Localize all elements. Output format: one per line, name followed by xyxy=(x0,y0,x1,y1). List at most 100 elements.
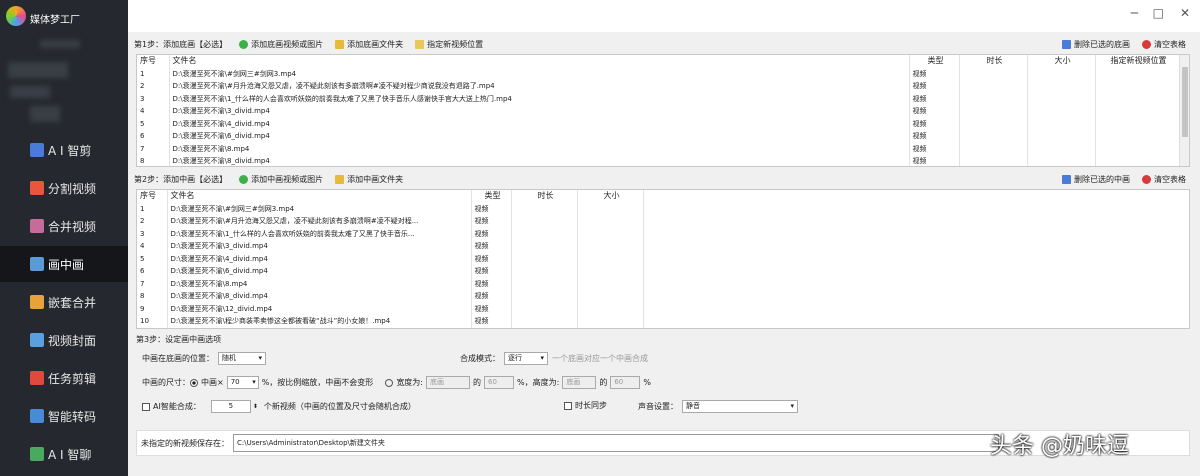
save-path-field[interactable]: C:\Users\Administrator\Desktop\新建文件夹 xyxy=(233,434,999,452)
table-row[interactable]: 2 D:\衰漫至死不渝\#月升沧海又怨又虐，凌不疑此刻该有多崩溃啊#凌不疑对程..… xyxy=(137,215,644,228)
column-header[interactable]: 序号 xyxy=(137,55,170,68)
table-cell: 3 xyxy=(137,227,168,240)
step2-toolbar: 第2步：添加中画【必选】 添加中画视频或图片 添加中画文件夹 删除已选的中画 清… xyxy=(128,171,1200,187)
table-row[interactable]: 5 D:\衰漫至死不渝\4_divid.mp4 视频 xyxy=(137,117,1180,130)
table-row[interactable]: 4 D:\衰漫至死不渝\3_divid.mp4 视频 xyxy=(137,240,644,253)
add-base-folder-label: 添加底画文件夹 xyxy=(347,39,404,49)
custom-size-radio[interactable] xyxy=(385,378,394,387)
height-base-select[interactable]: 底画 xyxy=(562,376,597,389)
column-header[interactable]: 类型 xyxy=(909,55,960,68)
table-cell: 视频 xyxy=(471,315,512,328)
ai-compose-checkbox[interactable] xyxy=(142,402,150,411)
sync-duration-checkbox[interactable] xyxy=(564,401,572,410)
nav-item[interactable]: 嵌套合并 xyxy=(0,284,128,320)
nav-item[interactable]: A I 智聊 xyxy=(0,436,128,472)
add-base-video-button[interactable]: 添加底画视频或图片 xyxy=(239,39,323,50)
column-header[interactable]: 文件名 xyxy=(169,55,910,68)
set-position-button[interactable]: 指定新视频位置 xyxy=(415,39,483,50)
table-cell: D:\衰漫至死不渝\8.mp4 xyxy=(167,277,472,290)
delete-list-icon xyxy=(1062,39,1071,49)
column-header[interactable]: 时长 xyxy=(959,55,1028,68)
nav-item-label: 分割视频 xyxy=(48,181,97,196)
table-cell: 7 xyxy=(137,142,170,155)
nav-item[interactable]: 视频封面 xyxy=(0,322,128,358)
folder-icon xyxy=(335,174,345,184)
mode-label: 合成模式： xyxy=(460,354,500,363)
table-row[interactable]: 1 D:\衰漫至死不渝\#剑网三#剑网3.mp4 视频 xyxy=(137,67,1180,80)
nav-item[interactable]: 画中画 xyxy=(0,246,128,282)
mode-hint: 一个底画对应一个中画合成 xyxy=(552,354,648,363)
add-base-folder-button[interactable]: 添加底画文件夹 xyxy=(335,39,403,50)
table-row[interactable]: 2 D:\衰漫至死不渝\#月升沧海又怨又虐，凌不疑此刻该有多崩溃啊#凌不疑对程少商… xyxy=(137,80,1180,93)
nav-icon xyxy=(30,143,44,157)
width-base-select[interactable]: 底画 xyxy=(426,376,471,389)
table-row[interactable]: 3 D:\衰漫至死不渝\1_什么样的人会喜欢听妖娆的前奏我太难了又黑了快手音乐..… xyxy=(137,227,644,240)
scale-select[interactable]: 70 ▾ xyxy=(226,376,259,389)
mode-select[interactable]: 逐行 ▾ xyxy=(504,352,548,365)
base-video-table[interactable]: 序号 文件名 类型 时长 大小 指定新视频位置 1 D:\衰漫至死不渝\#剑网三#剑网3.mp… xyxy=(136,54,1190,167)
nav-item-label: 视频封面 xyxy=(48,333,97,348)
nav-icon xyxy=(30,371,44,385)
table-cell: 视频 xyxy=(471,215,512,228)
audio-label: 声音设置： xyxy=(638,402,678,411)
clear-table-2-button[interactable]: 清空表格 xyxy=(1142,174,1186,185)
column-header[interactable]: 类型 xyxy=(471,190,512,203)
table-cell xyxy=(577,252,644,265)
position-select[interactable]: 随机 ▾ xyxy=(218,352,266,365)
table-row[interactable]: 8 D:\衰漫至死不渝\8_divid.mp4 视频 xyxy=(137,155,1180,166)
maximize-icon[interactable]: □ xyxy=(1153,6,1164,20)
table-row[interactable]: 8 D:\衰漫至死不渝\8_divid.mp4 视频 xyxy=(137,290,644,303)
table-row[interactable]: 7 D:\衰漫至死不渝\8.mp4 视频 xyxy=(137,277,644,290)
position-value: 随机 xyxy=(222,354,236,362)
nav-item[interactable]: A I 智剪 xyxy=(0,132,128,168)
folder-icon xyxy=(415,39,425,49)
table-row[interactable]: 7 D:\衰漫至死不渝\8.mp4 视频 xyxy=(137,142,1180,155)
nav-item[interactable]: 合并视频 xyxy=(0,208,128,244)
clear-table-1-button[interactable]: 清空表格 xyxy=(1142,39,1186,50)
table-cell: 视频 xyxy=(909,155,960,166)
table-row[interactable]: 9 D:\衰漫至死不渝\12_divid.mp4 视频 xyxy=(137,302,644,315)
scrollbar-thumb[interactable] xyxy=(1182,67,1188,137)
clear-table-1-label: 清空表格 xyxy=(1154,39,1186,49)
nav-item[interactable]: 智能转码 xyxy=(0,398,128,434)
table-header: 序号 文件名 类型 时长 大小 xyxy=(137,190,644,203)
delete-selected-pip-button[interactable]: 删除已选的中画 xyxy=(1062,174,1130,185)
table-row[interactable]: 6 D:\衰漫至死不渝\6_divid.mp4 视频 xyxy=(137,130,1180,143)
column-header[interactable]: 大小 xyxy=(577,190,644,203)
close-icon[interactable]: ✕ xyxy=(1180,6,1190,20)
scrollbar[interactable] xyxy=(1179,55,1189,166)
stepper-icon[interactable]: ⬍ xyxy=(253,403,258,410)
table-row[interactable]: 1 D:\衰漫至死不渝\#剑网三#剑网3.mp4 视频 xyxy=(137,202,644,215)
minimize-icon[interactable]: ─ xyxy=(1131,6,1138,20)
table-cell xyxy=(577,240,644,253)
width-pct-select[interactable]: 60 xyxy=(484,376,515,389)
table-cell: 1 xyxy=(137,67,170,80)
column-header[interactable]: 文件名 xyxy=(167,190,472,203)
table-row[interactable]: 10 D:\衰漫至死不渝\程少商装乖卖惨这全都被看破“战斗”的小女娘！.mp4 视频 xyxy=(137,315,644,328)
table-cell xyxy=(1095,80,1180,93)
table-row[interactable]: 5 D:\衰漫至死不渝\4_divid.mp4 视频 xyxy=(137,252,644,265)
add-pip-video-button[interactable]: 添加中画视频或图片 xyxy=(239,174,323,185)
delete-selected-base-button[interactable]: 删除已选的底画 xyxy=(1062,39,1130,50)
add-pip-folder-button[interactable]: 添加中画文件夹 xyxy=(335,174,403,185)
nav-item[interactable]: 分割视频 xyxy=(0,170,128,206)
column-header[interactable]: 指定新视频位置 xyxy=(1095,55,1180,68)
column-header[interactable]: 大小 xyxy=(1027,55,1096,68)
table-cell xyxy=(959,105,1028,118)
ai-count-input[interactable]: 5 xyxy=(210,400,251,413)
pip-video-table[interactable]: 序号 文件名 类型 时长 大小 1 D:\衰漫至死不渝\#剑网三#剑网3.mp4 视频 2 D:\… xyxy=(136,189,1190,329)
column-header[interactable]: 时长 xyxy=(511,190,578,203)
table-row[interactable]: 3 D:\衰漫至死不渝\1_什么样的人会喜欢听妖娆的前奏我太难了又黑了快手音乐人感… xyxy=(137,92,1180,105)
nav-item[interactable]: 任务剪辑 xyxy=(0,360,128,396)
audio-select[interactable]: 静音 ▾ xyxy=(682,400,798,413)
table-cell xyxy=(1027,155,1096,166)
table-cell xyxy=(1027,67,1096,80)
table-row[interactable]: 6 D:\衰漫至死不渝\6_divid.mp4 视频 xyxy=(137,265,644,278)
nav-item-label: A I 智剪 xyxy=(48,143,92,158)
column-header[interactable]: 序号 xyxy=(137,190,168,203)
chevron-down-icon: ▾ xyxy=(540,354,544,362)
height-pct-select[interactable]: 60 xyxy=(610,376,641,389)
table-row[interactable]: 4 D:\衰漫至死不渝\3_divid.mp4 视频 xyxy=(137,105,1180,118)
table-cell: 视频 xyxy=(471,302,512,315)
scale-radio[interactable] xyxy=(190,378,198,387)
